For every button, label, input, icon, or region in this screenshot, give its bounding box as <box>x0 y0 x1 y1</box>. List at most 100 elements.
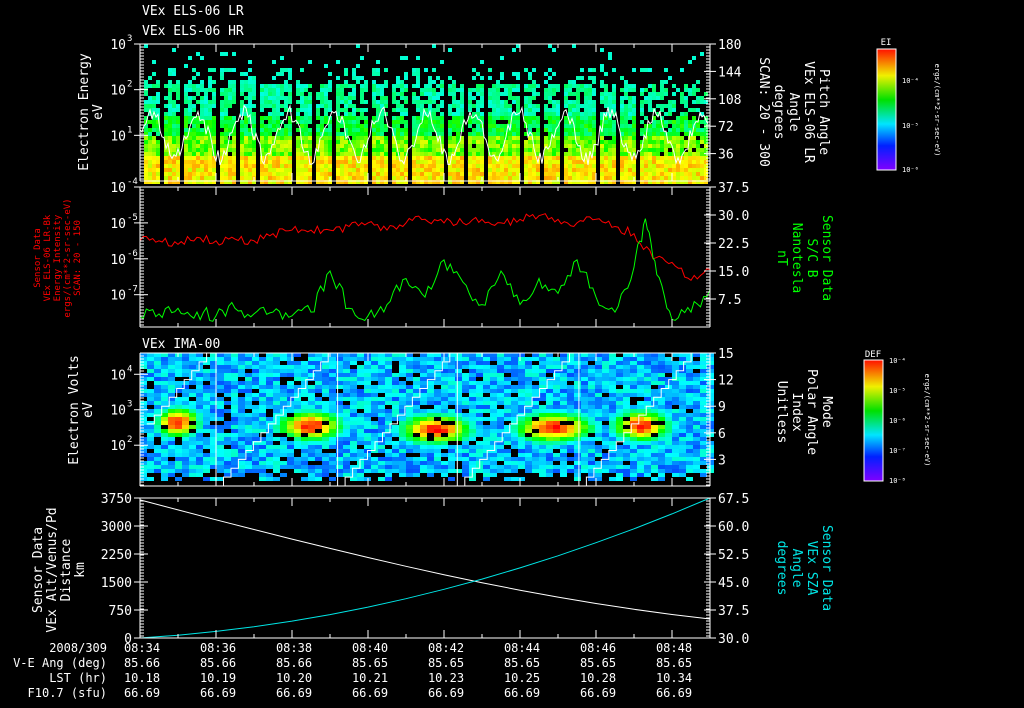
spectrogram-cell <box>488 120 492 124</box>
spectrogram-cell <box>273 373 280 377</box>
spectrogram-cell <box>399 461 406 465</box>
spectrogram-cell <box>304 104 308 108</box>
spectrogram-cell <box>296 140 300 144</box>
spectrogram-cell <box>546 437 553 441</box>
spectrogram-cell <box>516 104 520 108</box>
spectrogram-cell <box>161 365 168 369</box>
spectrogram-cell <box>336 373 343 377</box>
spectrogram-cell <box>348 172 352 176</box>
spectrogram-cell <box>456 100 460 104</box>
spectrogram-cell <box>268 168 272 172</box>
spectrogram-cell <box>462 453 469 457</box>
spectrogram-cell <box>616 453 623 457</box>
spectrogram-cell <box>664 112 668 116</box>
spectrogram-cell <box>413 381 420 385</box>
spectrogram-cell <box>644 369 651 373</box>
spectrogram-cell <box>260 96 264 100</box>
spectrogram-cell <box>182 401 189 405</box>
spectrogram-cell <box>392 449 399 453</box>
spectrogram-cell <box>651 445 658 449</box>
spectrogram-cell <box>196 397 203 401</box>
spectrogram-cell <box>448 168 452 172</box>
spectrogram-cell <box>203 369 210 373</box>
spectrogram-cell <box>324 136 328 140</box>
spectrogram-cell <box>600 64 604 68</box>
spectrogram-cell <box>266 457 273 461</box>
spectrogram-cell <box>364 132 368 136</box>
spectrogram-cell <box>637 353 644 357</box>
spectrogram-cell <box>384 144 388 148</box>
spectrogram-cell <box>428 144 432 148</box>
spectrogram-cell <box>684 112 688 116</box>
spectrogram-cell <box>259 417 266 421</box>
spectrogram-cell <box>456 136 460 140</box>
spectrogram-cell <box>608 92 612 96</box>
spectrogram-cell <box>630 393 637 397</box>
spectrogram-cell <box>462 413 469 417</box>
spectrogram-cell <box>324 92 328 96</box>
spectrogram-cell <box>672 128 676 132</box>
spectrogram-cell <box>350 409 357 413</box>
spectrogram-cell <box>424 100 428 104</box>
spectrogram-cell <box>272 60 276 64</box>
spectrogram-cell <box>434 449 441 453</box>
spectrogram-cell <box>413 437 420 441</box>
spectrogram-cell <box>413 469 420 473</box>
spectrogram-cell <box>352 164 356 168</box>
spectrogram-cell <box>572 160 576 164</box>
spectrogram-cell <box>315 477 322 481</box>
spectrogram-cell <box>428 88 432 92</box>
spectrogram-cell <box>148 132 152 136</box>
spectrogram-cell <box>224 96 228 100</box>
spectrogram-cell <box>287 369 294 373</box>
spectrogram-cell <box>460 148 464 152</box>
spectrogram-cell <box>508 96 512 100</box>
spectrogram-cell <box>161 385 168 389</box>
spectrogram-cell <box>412 164 416 168</box>
spectrogram-cell <box>196 84 200 88</box>
spectrogram-cell <box>208 88 212 92</box>
spectrogram-cell <box>548 120 552 124</box>
spectrogram-cell <box>556 108 560 112</box>
spectrogram-cell <box>637 441 644 445</box>
spectrogram-cell <box>336 172 340 176</box>
spectrogram-cell <box>504 405 511 409</box>
spectrogram-cell <box>396 104 400 108</box>
spectrogram-cell <box>238 361 245 365</box>
spectrogram-cell <box>392 377 399 381</box>
spectrogram-cell <box>168 465 175 469</box>
spectrogram-cell <box>240 168 244 172</box>
spectrogram-cell <box>364 80 368 84</box>
spectrogram-cell <box>490 385 497 389</box>
spectrogram-cell <box>161 393 168 397</box>
spectrogram-cell <box>228 104 232 108</box>
spectrogram-cell <box>188 88 192 92</box>
spectrogram-cell <box>329 417 336 421</box>
spectrogram-cell <box>592 112 596 116</box>
spectrogram-cell <box>220 76 224 80</box>
spectrogram-cell <box>483 377 490 381</box>
spectrogram-cell <box>266 465 273 469</box>
spectrogram-cell <box>364 389 371 393</box>
spectrogram-cell <box>336 457 343 461</box>
spectrogram-cell <box>280 144 284 148</box>
spectrogram-cell <box>315 433 322 437</box>
spectrogram-cell <box>623 465 630 469</box>
spectrogram-cell <box>156 160 160 164</box>
spectrogram-cell <box>630 385 637 389</box>
spectrogram-cell <box>322 405 329 409</box>
spectrogram-cell <box>168 469 175 473</box>
spectrogram-cell <box>316 156 320 160</box>
spectrogram-cell <box>182 353 189 357</box>
spectrogram-cell <box>224 68 228 72</box>
spectrogram-cell <box>500 84 504 88</box>
spectrogram-cell <box>232 96 236 100</box>
spectrogram-cell <box>588 76 592 80</box>
spectrogram-cell <box>276 88 280 92</box>
spectrogram-cell <box>420 124 424 128</box>
spectrogram-cell <box>196 140 200 144</box>
spectrogram-cell <box>208 108 212 112</box>
spectrogram-cell <box>301 417 308 421</box>
spectrogram-cell <box>168 124 172 128</box>
spectrogram-cell <box>231 445 238 449</box>
